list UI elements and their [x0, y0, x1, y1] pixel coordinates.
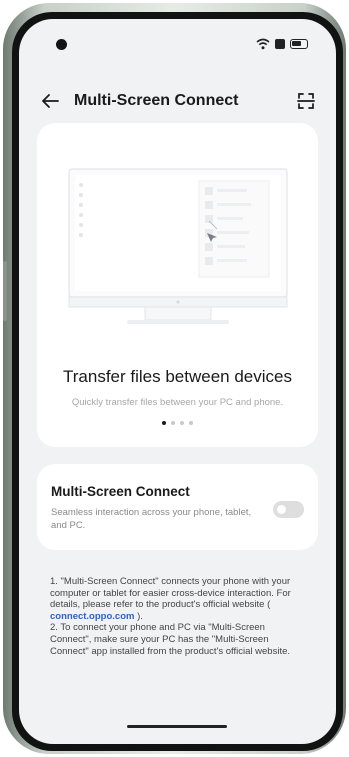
page-dot-1[interactable] — [162, 421, 166, 425]
note-1-end: ). — [134, 610, 143, 622]
setting-description: Seamless interaction across your phone, … — [51, 507, 252, 531]
app-header: Multi-Screen Connect — [19, 81, 336, 121]
multi-screen-connect-setting[interactable]: Multi-Screen Connect Seamless interactio… — [37, 464, 318, 550]
scan-icon[interactable] — [296, 91, 316, 111]
battery-icon — [290, 39, 308, 49]
monitor-illustration — [68, 168, 288, 324]
note-1-text: 1. "Multi-Screen Connect" connects your … — [50, 576, 291, 611]
phone-frame: Multi-Screen Connect Transfer files betw… — [3, 3, 346, 754]
carousel-page-indicator[interactable] — [37, 421, 318, 425]
note-1: 1. "Multi-Screen Connect" connects your … — [50, 576, 308, 622]
carousel-title: Transfer files between devices — [63, 367, 292, 386]
side-button — [3, 261, 7, 321]
page-dot-4[interactable] — [189, 421, 193, 425]
home-indicator[interactable] — [127, 725, 227, 728]
note-2: 2. To connect your phone and PC via "Mul… — [50, 622, 291, 657]
setting-title: Multi-Screen Connect — [51, 484, 190, 499]
info-notes: 1. "Multi-Screen Connect" connects your … — [50, 576, 308, 657]
page-dot-3[interactable] — [180, 421, 184, 425]
front-camera — [56, 39, 67, 50]
carousel-subtitle: Quickly transfer files between your PC a… — [71, 397, 284, 408]
sim-icon — [275, 39, 285, 49]
status-bar-icons — [256, 38, 308, 50]
feature-carousel-card[interactable]: Transfer files between devices Quickly t… — [37, 123, 318, 447]
page-title: Multi-Screen Connect — [74, 92, 239, 109]
arrow-left-icon[interactable] — [39, 90, 61, 112]
website-link[interactable]: connect.oppo.com — [50, 611, 134, 622]
toggle-knob — [277, 505, 286, 514]
wifi-icon — [256, 38, 270, 50]
phone-screen: Multi-Screen Connect Transfer files betw… — [19, 19, 336, 744]
multi-screen-connect-toggle[interactable] — [273, 501, 304, 518]
page-dot-2[interactable] — [171, 421, 175, 425]
